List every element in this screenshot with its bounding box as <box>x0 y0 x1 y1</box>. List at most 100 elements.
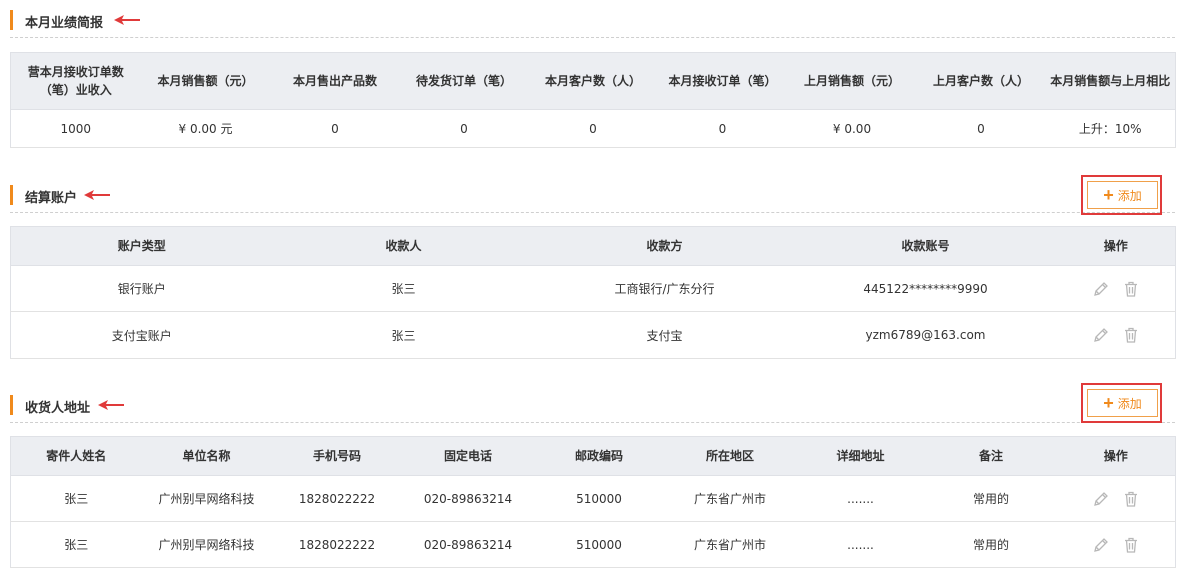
col-header: 上月客户数（人） <box>916 52 1046 110</box>
col-header: 固定电话 <box>402 436 534 476</box>
add-highlight-frame: + 添加 <box>1081 175 1162 215</box>
cell: 1828022222 <box>271 521 403 568</box>
addresses-header: 收货人地址 <box>10 392 1175 423</box>
cell: 0 <box>270 109 400 148</box>
cell: ¥ 0.00 <box>787 109 917 148</box>
col-header: 所在地区 <box>664 436 796 476</box>
table-row: 1000 ¥ 0.00 元 0 0 0 0 ¥ 0.00 0 上升：10% <box>10 109 1176 148</box>
ops-cell <box>1056 475 1176 522</box>
cell: 445122********9990 <box>794 265 1057 312</box>
cell: 张三 <box>272 265 535 312</box>
col-header: 账户类型 <box>10 226 273 266</box>
col-header: 单位名称 <box>141 436 272 476</box>
cell: ¥ 0.00 元 <box>140 109 271 148</box>
cell: 常用的 <box>925 521 1057 568</box>
col-header: 邮政编码 <box>533 436 665 476</box>
cell: ....... <box>795 475 926 522</box>
section-divider <box>10 212 1175 213</box>
trash-icon[interactable] <box>1122 490 1140 508</box>
performance-section: 本月业绩简报 营本月接收订单数（笔）业收入 本月销售额（元） 本月售出产品数 待… <box>10 7 1176 148</box>
cell: 0 <box>916 109 1046 148</box>
performance-title: 本月业绩简报 <box>25 16 104 31</box>
cell: yzm6789@163.com <box>794 311 1057 359</box>
table-row: 支付宝账户 张三 支付宝 yzm6789@163.com <box>10 311 1176 359</box>
performance-table: 营本月接收订单数（笔）业收入 本月销售额（元） 本月售出产品数 待发货订单（笔）… <box>10 52 1176 148</box>
cell: 张三 <box>10 521 142 568</box>
cell: 广州别早网络科技 <box>141 521 272 568</box>
col-header: 本月售出产品数 <box>270 52 400 110</box>
plus-icon: + <box>1103 185 1114 205</box>
cell: 0 <box>657 109 788 148</box>
add-address-button[interactable]: + 添加 <box>1087 389 1158 417</box>
cell: 支付宝 <box>534 311 795 359</box>
cell: ....... <box>795 521 926 568</box>
performance-header: 本月业绩简报 <box>10 7 1175 38</box>
add-button-label: 添加 <box>1117 188 1142 203</box>
cell: 张三 <box>10 475 142 522</box>
pencil-icon[interactable] <box>1092 326 1110 344</box>
add-account-button[interactable]: + 添加 <box>1087 181 1158 209</box>
add-highlight-frame: + 添加 <box>1081 383 1162 423</box>
cell: 上升：10% <box>1045 109 1176 148</box>
col-header: 操作 <box>1056 436 1176 476</box>
cell: 支付宝账户 <box>10 311 273 359</box>
accounts-table: 账户类型 收款人 收款方 收款账号 操作 银行账户 张三 工商银行/广东分行 4… <box>10 226 1176 359</box>
col-header: 收款账号 <box>794 226 1057 266</box>
pencil-icon[interactable] <box>1092 280 1110 298</box>
cell: 广东省广州市 <box>664 475 796 522</box>
cell: 常用的 <box>925 475 1057 522</box>
cell: 0 <box>528 109 658 148</box>
trash-icon[interactable] <box>1122 536 1140 554</box>
red-arrow-icon <box>84 190 110 200</box>
red-arrow-icon <box>98 400 124 410</box>
cell: 510000 <box>533 521 665 568</box>
accounts-header-row: 账户类型 收款人 收款方 收款账号 操作 <box>10 226 1176 266</box>
col-header: 本月销售额与上月相比 <box>1045 52 1176 110</box>
col-header: 寄件人姓名 <box>10 436 142 476</box>
section-accent-bar <box>10 185 13 205</box>
section-divider <box>10 37 1175 38</box>
addresses-header-row: 寄件人姓名 单位名称 手机号码 固定电话 邮政编码 所在地区 详细地址 备注 操… <box>10 436 1176 476</box>
trash-icon[interactable] <box>1122 326 1140 344</box>
cell: 工商银行/广东分行 <box>534 265 795 312</box>
red-arrow-icon <box>114 15 140 25</box>
col-header: 本月客户数（人） <box>528 52 658 110</box>
col-header: 本月接收订单（笔） <box>657 52 788 110</box>
cell: 张三 <box>272 311 535 359</box>
accounts-title: 结算账户 <box>25 191 78 206</box>
accounts-section: 结算账户 + 添加 账户类型 收款人 收款方 收款账号 操作 银行账户 张三 工… <box>10 175 1176 359</box>
col-header: 收款人 <box>272 226 535 266</box>
ops-cell <box>1056 265 1176 312</box>
cell: 银行账户 <box>10 265 273 312</box>
performance-header-row: 营本月接收订单数（笔）业收入 本月销售额（元） 本月售出产品数 待发货订单（笔）… <box>10 52 1176 110</box>
cell: 020-89863214 <box>402 475 534 522</box>
table-row: 银行账户 张三 工商银行/广东分行 445122********9990 <box>10 265 1176 312</box>
cell: 广东省广州市 <box>664 521 796 568</box>
add-button-label: 添加 <box>1117 396 1142 411</box>
section-accent-bar <box>10 395 13 415</box>
col-header: 操作 <box>1056 226 1176 266</box>
cell: 1000 <box>10 109 141 148</box>
cell: 020-89863214 <box>402 521 534 568</box>
trash-icon[interactable] <box>1122 280 1140 298</box>
cell: 广州别早网络科技 <box>141 475 272 522</box>
col-header: 详细地址 <box>795 436 926 476</box>
col-header: 手机号码 <box>271 436 403 476</box>
pencil-icon[interactable] <box>1092 536 1110 554</box>
table-row: 张三 广州别早网络科技 1828022222 020-89863214 5100… <box>10 475 1176 522</box>
plus-icon: + <box>1103 393 1114 413</box>
pencil-icon[interactable] <box>1092 490 1110 508</box>
table-row: 张三 广州别早网络科技 1828022222 020-89863214 5100… <box>10 521 1176 568</box>
ops-cell <box>1056 521 1176 568</box>
section-divider <box>10 422 1175 423</box>
accounts-header: 结算账户 <box>10 182 1175 213</box>
col-header: 本月销售额（元） <box>140 52 271 110</box>
col-header: 上月销售额（元） <box>787 52 917 110</box>
cell: 510000 <box>533 475 665 522</box>
ops-cell <box>1056 311 1176 359</box>
addresses-section: 收货人地址 + 添加 寄件人姓名 单位名称 手机号码 固定电话 邮政编码 所在地… <box>10 383 1176 568</box>
col-header: 收款方 <box>534 226 795 266</box>
addresses-table: 寄件人姓名 单位名称 手机号码 固定电话 邮政编码 所在地区 详细地址 备注 操… <box>10 436 1176 568</box>
addresses-title: 收货人地址 <box>25 401 91 416</box>
cell: 0 <box>399 109 529 148</box>
